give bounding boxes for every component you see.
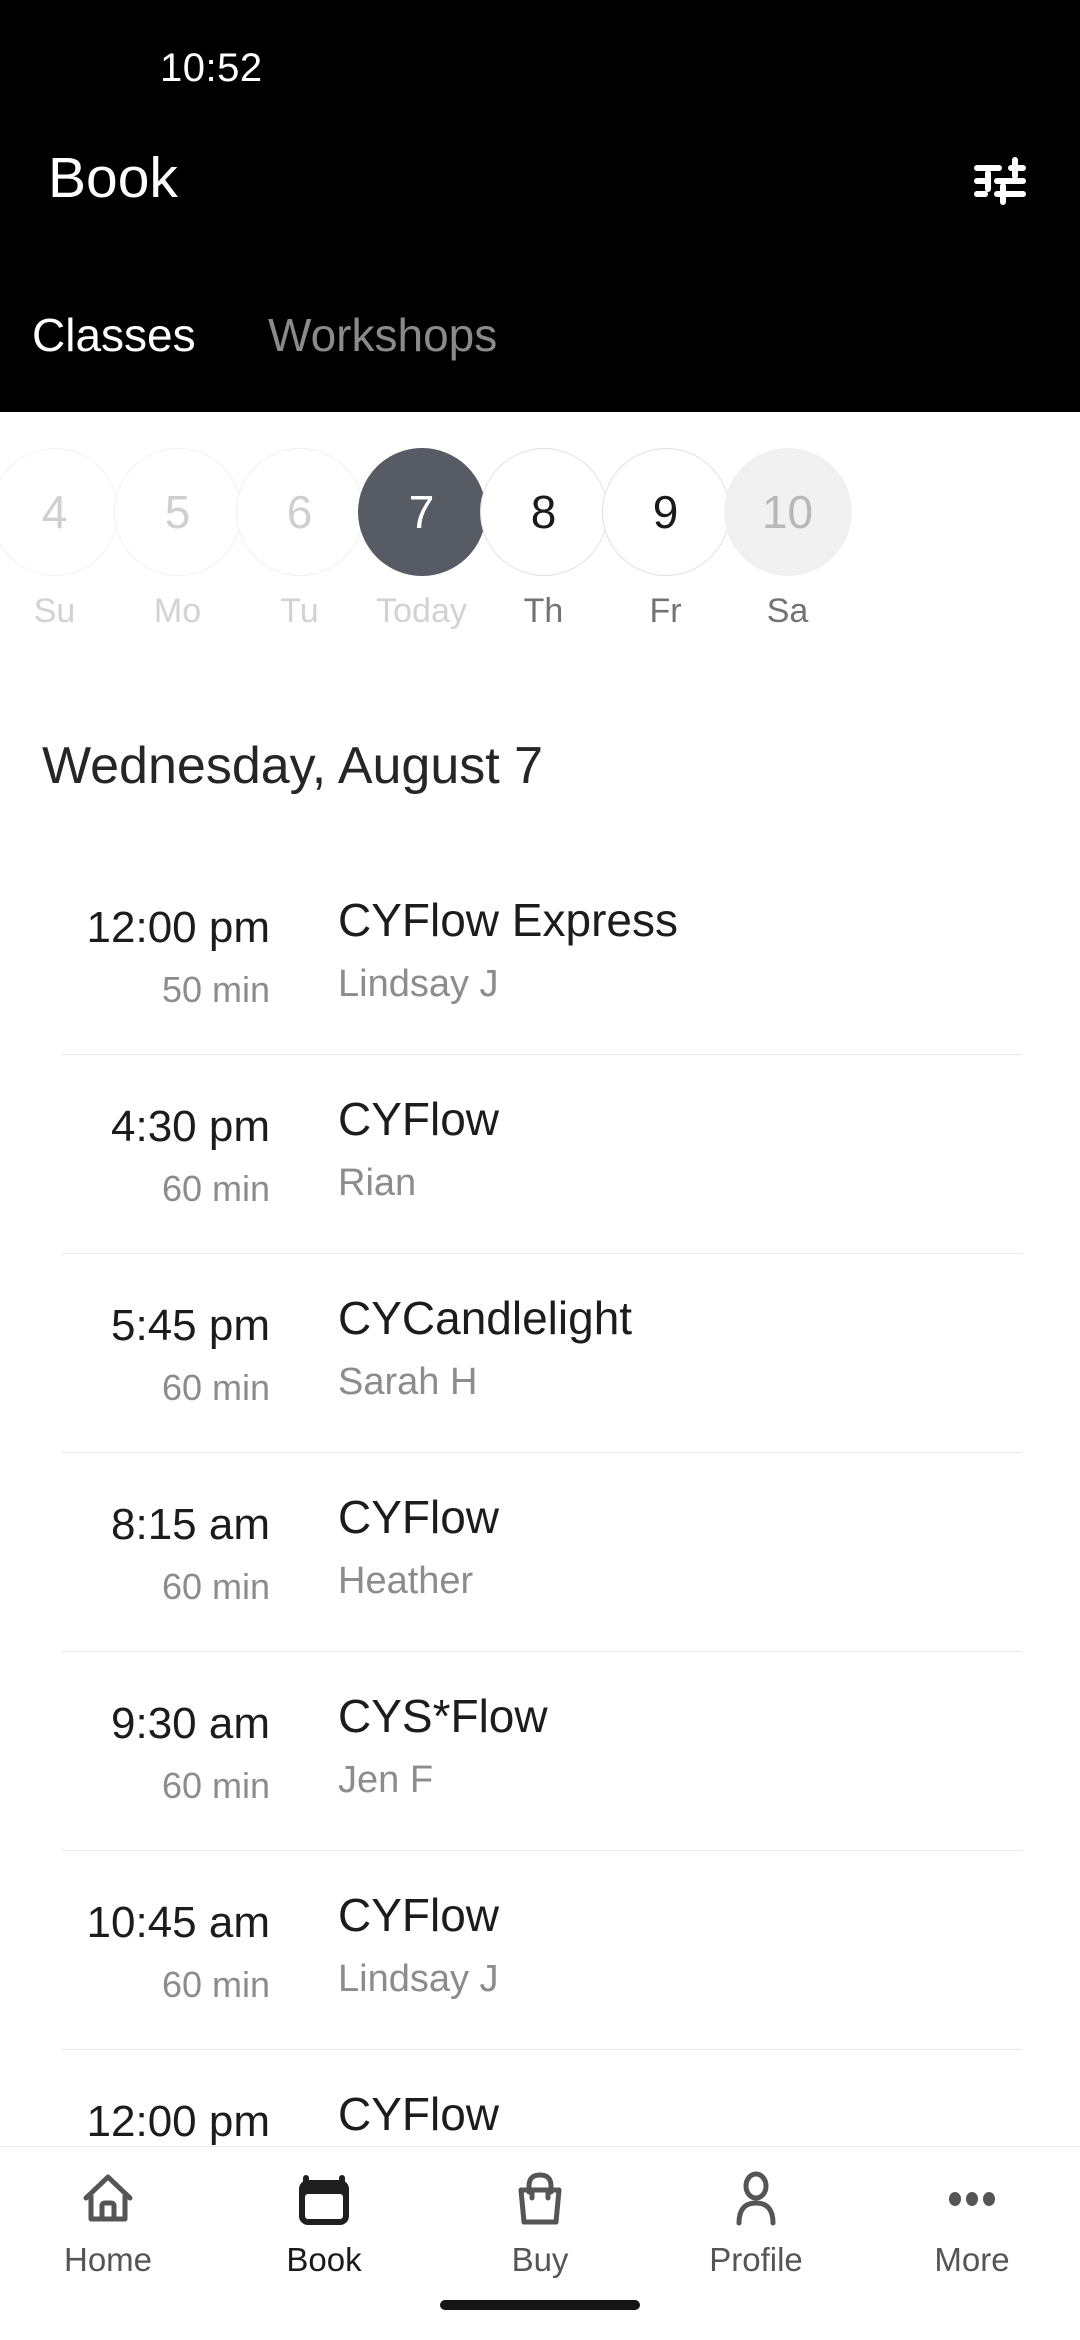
class-name: CYFlow: [338, 2088, 500, 2140]
nav-item-label: Home: [63, 2241, 153, 2278]
class-instructor: Lindsay J: [338, 1958, 499, 2000]
shopping-bag-icon: [512, 2167, 568, 2231]
class-time: 8:15 am: [111, 1500, 270, 1549]
class-instructor: Heather: [338, 1560, 474, 1602]
nav-item-label: Profile: [709, 2241, 803, 2278]
class-name: CYS*Flow: [338, 1690, 548, 1742]
three-dots-icon: [944, 2167, 1000, 2231]
date-chip-weekday: Today: [376, 592, 467, 630]
class-list-item[interactable]: 5:45 pm 60 min CYCandlelight Sarah H: [0, 1254, 1080, 1453]
class-instructor: Jen F: [338, 1759, 434, 1801]
class-duration: 60 min: [161, 1765, 270, 1806]
class-duration: 50 min: [161, 969, 270, 1010]
date-chip-weekday: Fr: [649, 592, 682, 630]
class-list-item[interactable]: 8:15 am 60 min CYFlow Heather: [0, 1453, 1080, 1652]
tab-classes[interactable]: Classes: [32, 300, 196, 370]
house-icon: [80, 2167, 136, 2231]
class-list-item[interactable]: 12:00 pm 50 min CYFlow Express Lindsay J: [0, 856, 1080, 1055]
calendar-icon: [296, 2167, 352, 2231]
date-chip-10[interactable]: 10 Sa: [710, 448, 865, 638]
class-name: CYFlow: [338, 1491, 500, 1543]
app-screen: 10:52 Book Classes Workshops 4 Su 5 Mo 6…: [0, 0, 1080, 2340]
nav-item-more[interactable]: More: [864, 2167, 1080, 2297]
class-duration: 60 min: [161, 1367, 270, 1408]
date-chip-weekday: Mo: [153, 592, 202, 630]
bottom-navigation-bar: Home Book Buy Profile More: [0, 2146, 1080, 2340]
nav-item-label: Book: [286, 2241, 362, 2278]
sliders-filter-icon: [972, 155, 1028, 207]
date-chip-weekday: Su: [33, 592, 76, 630]
class-list[interactable]: 12:00 pm 50 min CYFlow Express Lindsay J 4:3…: [0, 856, 1080, 2146]
tab-bar: Classes Workshops: [0, 300, 1080, 412]
tab-workshops[interactable]: Workshops: [268, 300, 497, 370]
class-instructor: Sarah H: [338, 1361, 478, 1403]
class-list-item[interactable]: 9:30 am 60 min CYS*Flow Jen F: [0, 1652, 1080, 1851]
home-indicator: [440, 2300, 640, 2310]
nav-item-label: Buy: [511, 2241, 569, 2278]
nav-item-label: More: [934, 2241, 1010, 2278]
filter-button[interactable]: [964, 148, 1036, 214]
date-chip-weekday: Tu: [280, 592, 319, 630]
class-instructor: Rian: [338, 1162, 417, 1204]
class-name: CYFlow: [338, 1093, 500, 1145]
nav-item-home[interactable]: Home: [0, 2167, 216, 2297]
class-duration: 60 min: [161, 1168, 270, 1209]
nav-item-buy[interactable]: Buy: [432, 2167, 648, 2297]
date-chip-number: 10: [723, 448, 852, 576]
status-bar: 10:52: [0, 0, 1080, 110]
class-time: 12:00 pm: [86, 2097, 270, 2146]
class-duration: 60 min: [161, 1964, 270, 2005]
class-duration: 60 min: [161, 1566, 270, 1607]
class-time: 9:30 am: [111, 1699, 270, 1748]
nav-item-profile[interactable]: Profile: [648, 2167, 864, 2297]
class-time: 10:45 am: [86, 1898, 270, 1947]
page-title: Book: [48, 146, 178, 210]
class-list-item[interactable]: 10:45 am 60 min CYFlow Lindsay J: [0, 1851, 1080, 2050]
date-chip-weekday: Th: [523, 592, 564, 630]
selected-date-heading: Wednesday, August 7: [42, 737, 544, 795]
app-header: 10:52 Book Classes Workshops: [0, 0, 1080, 412]
class-instructor: Lindsay J: [338, 963, 499, 1005]
class-time: 12:00 pm: [86, 903, 270, 952]
class-list-item[interactable]: 4:30 pm 60 min CYFlow Rian: [0, 1055, 1080, 1254]
class-name: CYFlow: [338, 1889, 500, 1941]
class-name: CYFlow Express: [338, 894, 678, 946]
class-time: 4:30 pm: [111, 1102, 270, 1151]
date-strip[interactable]: 4 Su 5 Mo 6 Tu 7 Today 8 Th 9 Fr 10 Sa: [0, 412, 1080, 660]
nav-item-book[interactable]: Book: [216, 2167, 432, 2297]
person-icon: [728, 2167, 784, 2231]
class-name: CYCandlelight: [338, 1292, 633, 1344]
class-list-item[interactable]: 12:00 pm CYFlow: [0, 2050, 1080, 2146]
app-bar: Book: [0, 140, 1080, 270]
class-time: 5:45 pm: [111, 1301, 270, 1350]
status-bar-clock: 10:52: [160, 46, 263, 90]
date-chip-weekday: Sa: [766, 592, 809, 630]
